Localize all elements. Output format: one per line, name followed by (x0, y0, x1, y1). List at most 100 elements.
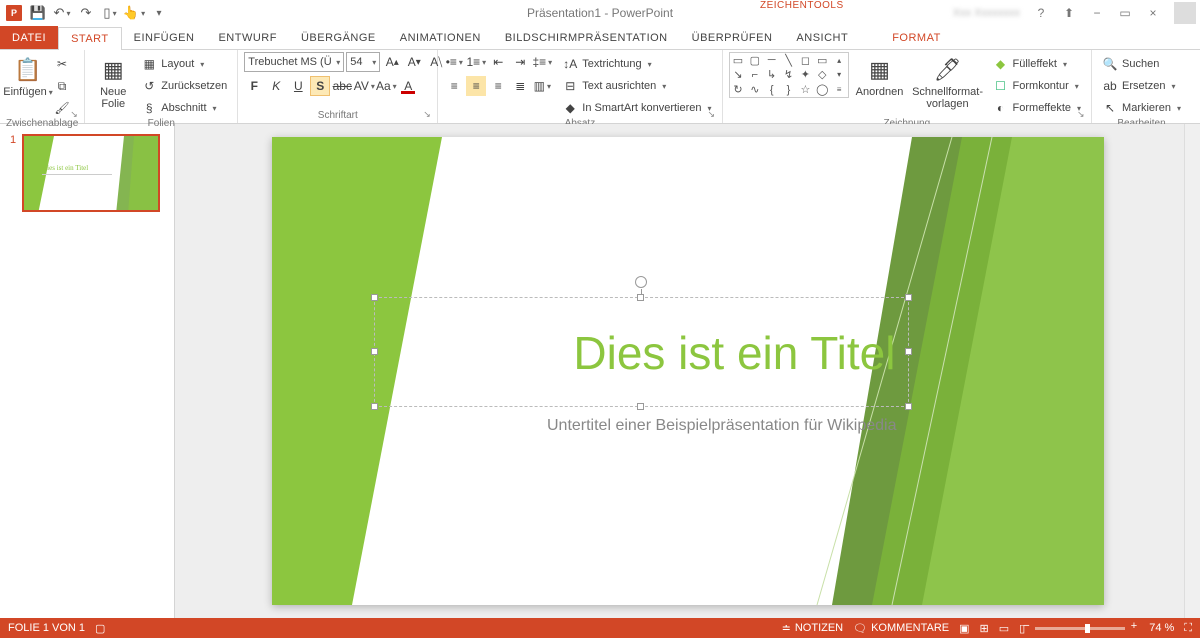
fit-to-window-icon[interactable]: ⛶ (1184, 622, 1192, 635)
tab-entwurf[interactable]: ENTWURF (206, 26, 289, 49)
font-size-select[interactable]: 54▾ (346, 52, 380, 72)
undo-icon[interactable]: ↶▾ (52, 3, 72, 23)
shadow-icon[interactable]: S (310, 76, 330, 96)
change-case-icon[interactable]: Aa▾ (376, 76, 396, 96)
section-button[interactable]: §Abschnitt▾ (137, 98, 231, 118)
tab-datei[interactable]: DATEI (0, 26, 58, 49)
minimize-icon[interactable]: − (1086, 3, 1108, 23)
zoom-level[interactable]: 74 % (1149, 622, 1174, 634)
numbering-icon[interactable]: 1≡▾ (466, 52, 486, 72)
save-icon[interactable]: 💾 (28, 3, 48, 23)
tab-einfuegen[interactable]: EINFÜGEN (122, 26, 207, 49)
align-left-icon[interactable]: ≡ (444, 76, 464, 96)
tab-animationen[interactable]: ANIMATIONEN (388, 26, 493, 49)
resize-handle[interactable] (905, 403, 912, 410)
find-button[interactable]: 🔍Suchen (1098, 54, 1185, 74)
paste-button[interactable]: 📋 Einfügen▾ (6, 52, 50, 99)
align-right-icon[interactable]: ≡ (488, 76, 508, 96)
zoom-slider[interactable] (1035, 627, 1125, 630)
quick-styles-icon: 🖊 (933, 56, 963, 84)
ribbon-display-icon[interactable]: ⬆ (1058, 3, 1080, 23)
rotate-handle[interactable] (635, 276, 647, 288)
dialog-launcher-icon[interactable]: ↘ (423, 109, 435, 121)
new-slide-button[interactable]: ▦ Neue Folie (91, 52, 135, 110)
outline-icon: ☐ (993, 79, 1009, 93)
shape-effects-button[interactable]: ◐Formeffekte▾ (989, 98, 1086, 118)
shape-fill-button[interactable]: ◆Fülleffekt▾ (989, 54, 1086, 74)
resize-handle[interactable] (905, 294, 912, 301)
slide-subtitle-text[interactable]: Untertitel einer Beispielpräsentation fü… (374, 417, 909, 435)
shapes-gallery[interactable]: ▭▢─╲◻▭▴ ↘⌐↳↯✦◇▾ ↻∿{}☆◯≡ (729, 52, 849, 98)
notes-button[interactable]: ≐ NOTIZEN (782, 622, 844, 635)
restore-icon[interactable]: ▭ (1114, 3, 1136, 23)
increase-indent-icon[interactable]: ⇥ (510, 52, 530, 72)
align-text-button[interactable]: ⊟Text ausrichten▾ (558, 76, 715, 96)
start-from-beginning-icon[interactable]: ▯▾ (100, 3, 120, 23)
account-name[interactable]: Xxx Xxxxxxxx (953, 7, 1020, 19)
shrink-font-icon[interactable]: A▾ (404, 52, 424, 72)
tab-uebergaenge[interactable]: ÜBERGÄNGE (289, 26, 388, 49)
status-bar: FOLIE 1 VON 1 ▢ ≐ NOTIZEN 🗨 KOMMENTARE ▣… (0, 618, 1200, 638)
tab-format[interactable]: FORMAT (880, 26, 953, 49)
italic-icon[interactable]: K (266, 76, 286, 96)
char-spacing-icon[interactable]: AV▾ (354, 76, 374, 96)
bullets-icon[interactable]: •≡▾ (444, 52, 464, 72)
resize-handle[interactable] (371, 403, 378, 410)
text-direction-button[interactable]: ↕ATextrichtung▾ (558, 54, 715, 74)
reset-button[interactable]: ↺Zurücksetzen (137, 76, 231, 96)
smartart-button[interactable]: ◆In SmartArt konvertieren▾ (558, 98, 715, 118)
resize-handle[interactable] (371, 348, 378, 355)
tab-ueberpruefen[interactable]: ÜBERPRÜFEN (680, 26, 785, 49)
help-icon[interactable]: ? (1030, 3, 1052, 23)
reset-icon: ↺ (141, 79, 157, 93)
underline-icon[interactable]: U (288, 76, 308, 96)
slide-title-text[interactable]: Dies ist ein Titel (375, 298, 908, 380)
font-color-icon[interactable]: A (398, 76, 418, 96)
layout-button[interactable]: ▦Layout▾ (137, 54, 231, 74)
touch-mode-icon[interactable]: 👆▾ (124, 3, 144, 23)
close-icon[interactable]: × (1142, 3, 1164, 23)
comments-button[interactable]: 🗨 KOMMENTARE (853, 622, 949, 635)
vertical-scrollbar[interactable] (1184, 124, 1200, 618)
justify-icon[interactable]: ≣ (510, 76, 530, 96)
qat-customize-icon[interactable]: ▾ (148, 3, 168, 23)
app-icon[interactable]: P (4, 3, 24, 23)
title-textbox[interactable]: Dies ist ein Titel (374, 297, 909, 407)
resize-handle[interactable] (371, 294, 378, 301)
replace-button[interactable]: abErsetzen▾ (1098, 76, 1185, 96)
group-absatz: •≡▾ 1≡▾ ⇤ ⇥ ‡≡▾ ≡ ≡ ≡ ≣ ▥▾ ↕ATextrichtun… (438, 50, 722, 123)
copy-icon[interactable]: ⧉ (52, 76, 72, 96)
cut-icon[interactable]: ✂ (52, 54, 72, 74)
reading-view-icon[interactable]: ▭ (999, 622, 1009, 635)
slide-thumbnail[interactable]: Dies ist ein Titel (22, 134, 160, 212)
avatar[interactable] (1174, 2, 1196, 24)
tab-bildschirmpraesentation[interactable]: BILDSCHIRMPRÄSENTATION (493, 26, 680, 49)
dialog-launcher-icon[interactable]: ↘ (708, 109, 720, 121)
resize-handle[interactable] (905, 348, 912, 355)
arrange-button[interactable]: ▦ Anordnen (853, 52, 907, 98)
shape-outline-button[interactable]: ☐Formkontur▾ (989, 76, 1086, 96)
strikethrough-icon[interactable]: abc (332, 76, 352, 96)
redo-icon[interactable]: ↷ (76, 3, 96, 23)
resize-handle[interactable] (637, 294, 644, 301)
sorter-view-icon[interactable]: ⊞ (980, 622, 989, 635)
select-button[interactable]: ↖Markieren▾ (1098, 98, 1185, 118)
tab-start[interactable]: START (58, 27, 122, 50)
quick-styles-button[interactable]: 🖊 Schnellformat- vorlagen (911, 52, 985, 110)
line-spacing-icon[interactable]: ‡≡▾ (532, 52, 552, 72)
grow-font-icon[interactable]: A▴ (382, 52, 402, 72)
slide[interactable]: Dies ist ein Titel Untertitel einer Beis… (272, 137, 1104, 605)
align-center-icon[interactable]: ≡ (466, 76, 486, 96)
normal-view-icon[interactable]: ▣ (959, 622, 969, 635)
resize-handle[interactable] (637, 403, 644, 410)
tab-ansicht[interactable]: ANSICHT (784, 26, 860, 49)
decrease-indent-icon[interactable]: ⇤ (488, 52, 508, 72)
font-family-select[interactable]: Trebuchet MS (Ü▾ (244, 52, 344, 72)
format-painter-icon[interactable]: 🖌 (52, 98, 72, 118)
bold-icon[interactable]: F (244, 76, 264, 96)
thumbnail-row: 1 Dies ist ein Titel (10, 134, 164, 212)
spellcheck-icon[interactable]: ▢ (95, 622, 105, 635)
dialog-launcher-icon[interactable]: ↘ (70, 109, 82, 121)
dialog-launcher-icon[interactable]: ↘ (1077, 109, 1089, 121)
columns-icon[interactable]: ▥▾ (532, 76, 552, 96)
